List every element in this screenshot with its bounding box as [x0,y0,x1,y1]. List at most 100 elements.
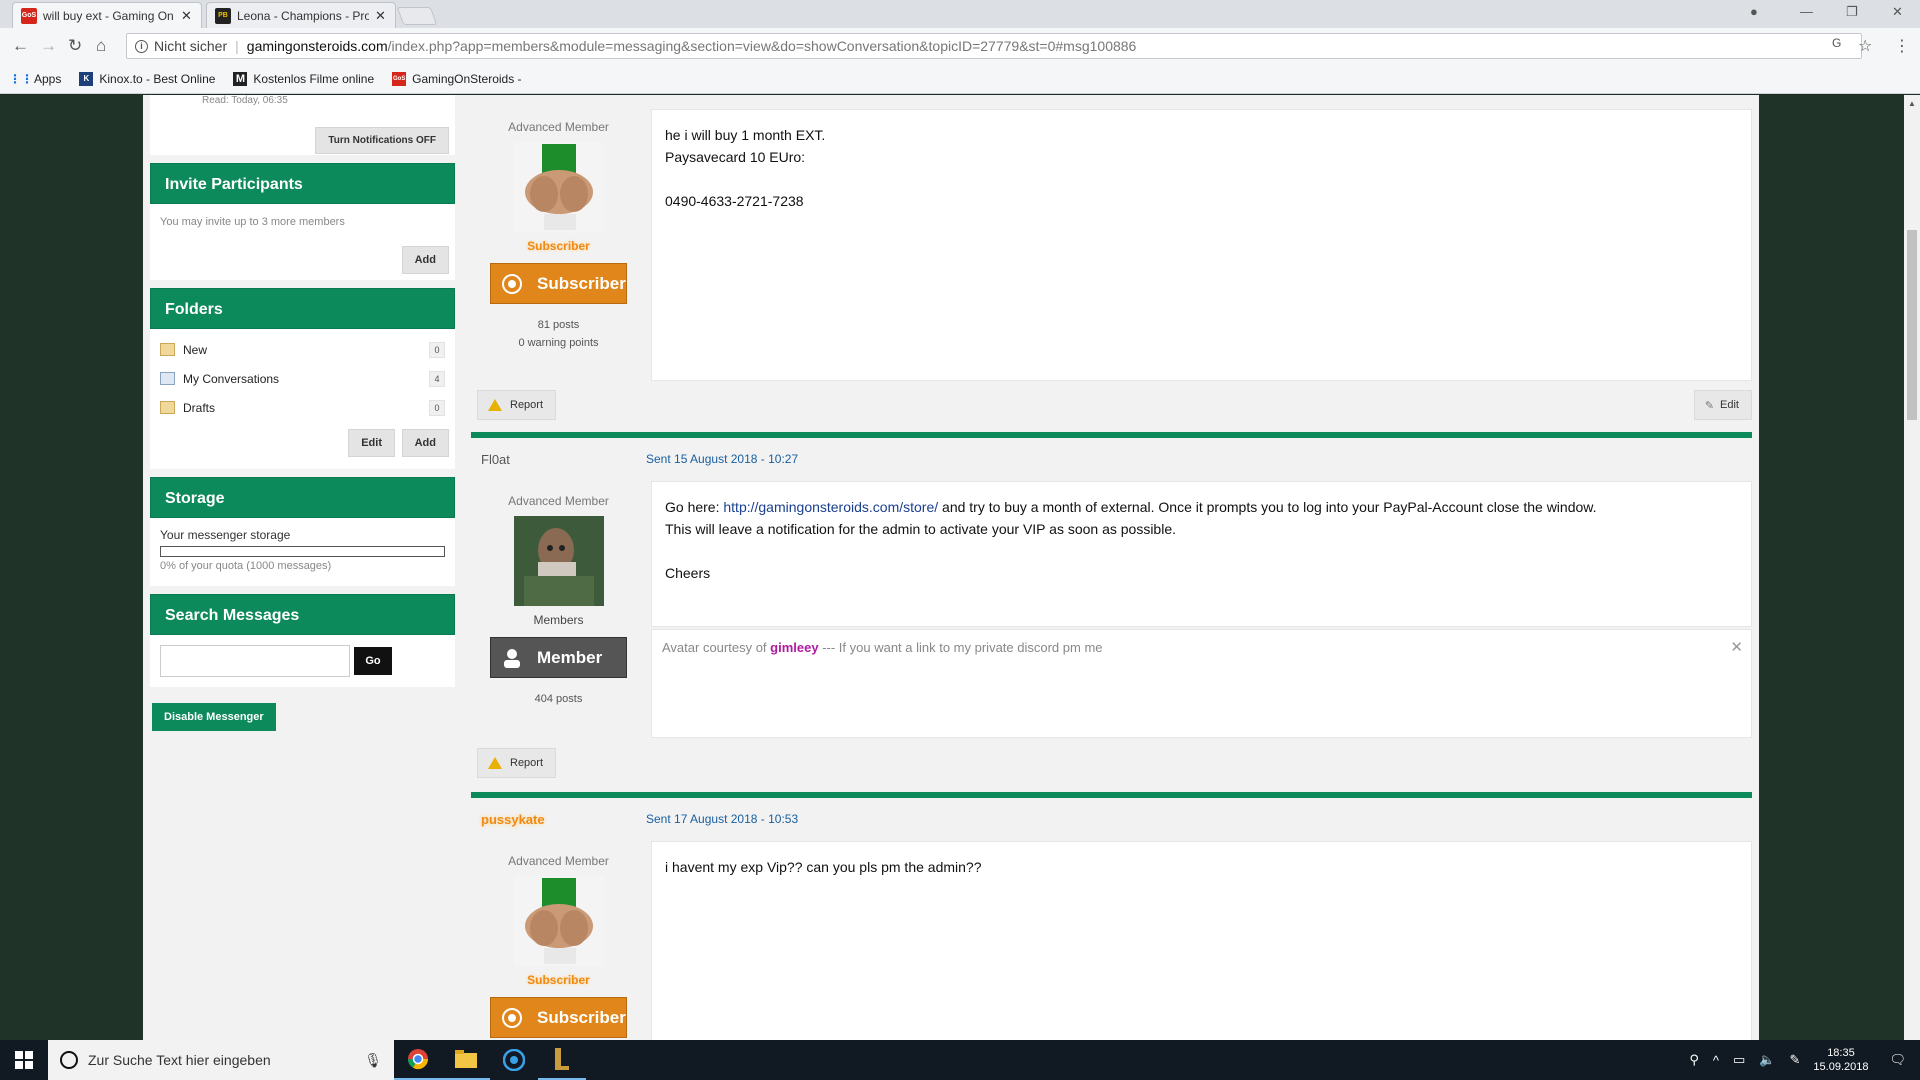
menu-icon[interactable]: ⋮ [1894,36,1910,56]
profile-icon[interactable]: ● [1750,4,1758,19]
star-icon[interactable]: ☆ [1858,36,1872,56]
post-count: 81 posts [537,319,580,331]
invite-help-text: You may invite up to 3 more members [160,216,345,228]
folder-count: 0 [429,341,445,358]
bookmarks-bar: ⋮⋮ Apps K Kinox.to - Best Online M Koste… [0,64,1920,94]
edit-button[interactable]: ✎ Edit [1693,390,1752,420]
system-tray: ⚲ ^ ▭ 🔈 ✎ 18:35 15.09.2018 🗨 [1682,1040,1920,1080]
address-bar[interactable]: i Nicht sicher | gamingonsteroids.com /i… [126,33,1862,59]
folder-count: 0 [429,399,445,416]
translate-icon[interactable]: G [1832,36,1841,50]
microphone-icon[interactable]: 🎙 [364,1052,382,1069]
folder-label: Drafts [183,400,216,415]
sig-link[interactable]: gimleey [770,640,818,655]
volume-icon[interactable]: 🔈 [1759,1052,1775,1068]
bookmark-apps[interactable]: ⋮⋮ Apps [9,72,61,86]
folders-add-button[interactable]: Add [401,429,449,457]
edit-icon: ✎ [1704,399,1715,412]
network-icon[interactable]: ▭ [1733,1052,1745,1068]
content-wrapper: Read: Today, 06:35 Turn Notifications OF… [143,95,1759,1040]
tab-gos[interactable]: GoS will buy ext - Gaming On ✕ [12,2,202,28]
avatar [513,516,604,606]
post-line: Paysavecard 10 EUro: [665,149,806,165]
invite-add-button[interactable]: Add [401,246,449,274]
kinox-icon: K [79,71,94,86]
taskbar-search-placeholder: Zur Suche Text hier eingeben [88,1052,271,1068]
post-author[interactable]: Fl0at [471,452,646,467]
close-icon[interactable]: ✕ [181,8,192,24]
post-line: he i will buy 1 month EXT. [665,127,826,143]
search-go-button[interactable]: Go [354,647,392,675]
report-button[interactable]: Report [477,390,557,420]
browser-toolbar: ← → ↻ ⌂ i Nicht sicher | gamingonsteroid… [0,28,1920,64]
edit-label: Edit [1720,399,1739,411]
clock[interactable]: 18:35 15.09.2018 [1813,1046,1868,1074]
taskbar-search[interactable]: Zur Suche Text hier eingeben 🎙 [48,1040,394,1080]
url-host: gamingonsteroids.com [246,38,388,54]
post-count: 404 posts [534,693,583,705]
new-tab-button[interactable] [396,7,438,25]
storage-progress-bar [160,546,445,557]
people-icon[interactable]: ⚲ [1689,1052,1699,1068]
league-taskbar-icon[interactable] [538,1040,586,1080]
tab-strip: GoS will buy ext - Gaming On ✕ PB Leona … [0,0,1920,28]
read-status: Read: Today, 06:35 [202,95,288,106]
folder-icon [160,401,175,414]
warning-points: 0 warning points [518,337,599,349]
sig-text: Avatar courtesy of [662,640,771,655]
member-rank: Advanced Member [508,494,609,508]
search-messages-heading: Search Messages [150,594,455,635]
chrome-taskbar-icon[interactable] [394,1040,442,1080]
post-header: Fl0at Sent 15 August 2018 - 10:27 [471,438,1752,480]
back-icon[interactable]: ← [12,36,29,56]
explorer-taskbar-icon[interactable] [442,1040,490,1080]
post-author[interactable]: pussykate [471,812,646,827]
post-line: Cheers [665,565,711,581]
url-path: /index.php?app=members&module=messaging&… [387,38,1137,54]
bookmark-kostenlos[interactable]: M Kostenlos Filme online [233,71,374,86]
post-line: Go here: http://gamingonsteroids.com/sto… [665,496,1738,518]
restore-icon[interactable]: ❐ [1846,4,1858,20]
avatar [513,876,604,966]
post-line: This will leave a notification for the a… [665,521,1177,537]
start-button[interactable] [0,1040,48,1080]
app-taskbar-icon[interactable] [490,1040,538,1080]
bookmark-kinox[interactable]: K Kinox.to - Best Online [79,71,215,86]
search-input[interactable] [160,645,350,677]
scroll-up-icon[interactable]: ▲ [1908,99,1916,108]
info-icon[interactable]: i [135,39,148,53]
disable-messenger-button[interactable]: Disable Messenger [152,703,276,731]
home-icon[interactable]: ⌂ [96,36,106,56]
windows-icon [15,1051,33,1069]
window-close-icon[interactable]: ✕ [1892,4,1903,20]
folders-box: Folders New 0 My Conversations 4 Drafts … [150,288,455,469]
folders-edit-button[interactable]: Edit [348,429,395,457]
tab-leona[interactable]: PB Leona - Champions - Pro ✕ [206,2,396,28]
post-1: Advanced Member Subscriber Subscriber 81… [471,95,1752,430]
storage-label: Your messenger storage [160,528,291,542]
post-author-info: Advanced Member Subscriber [471,120,646,352]
store-link[interactable]: http://gamingonsteroids.com/store/ [723,499,938,515]
folder-my-conversations[interactable]: My Conversations 4 [160,364,445,393]
turn-notifications-off-button[interactable]: Turn Notifications OFF [315,127,449,154]
notifications-icon[interactable]: 🗨 [1889,1052,1906,1068]
bookmark-gos[interactable]: GoS GamingOnSteroids - [392,71,522,86]
folder-new[interactable]: New 0 [160,335,445,364]
invite-participants-heading: Invite Participants [150,163,455,204]
folder-drafts[interactable]: Drafts 0 [160,393,445,422]
user-icon [499,645,525,671]
reload-icon[interactable]: ↻ [68,36,82,56]
scroll-thumb[interactable] [1907,230,1917,420]
post-3: pussykate Sent 17 August 2018 - 10:53 Ad… [471,792,1752,1040]
chevron-up-icon[interactable]: ^ [1713,1053,1719,1068]
page-scrollbar[interactable]: ▲ [1904,95,1920,1040]
report-button[interactable]: Report [477,748,557,778]
minimize-icon[interactable]: — [1800,4,1813,19]
forward-icon[interactable]: → [40,36,57,56]
close-signature-icon[interactable]: ✕ [1730,638,1743,656]
pen-icon[interactable]: ✎ [1790,1052,1801,1068]
folder-icon [160,343,175,356]
close-icon[interactable]: ✕ [375,8,386,24]
post-author-info: Advanced Member Subscriber [471,854,646,1040]
